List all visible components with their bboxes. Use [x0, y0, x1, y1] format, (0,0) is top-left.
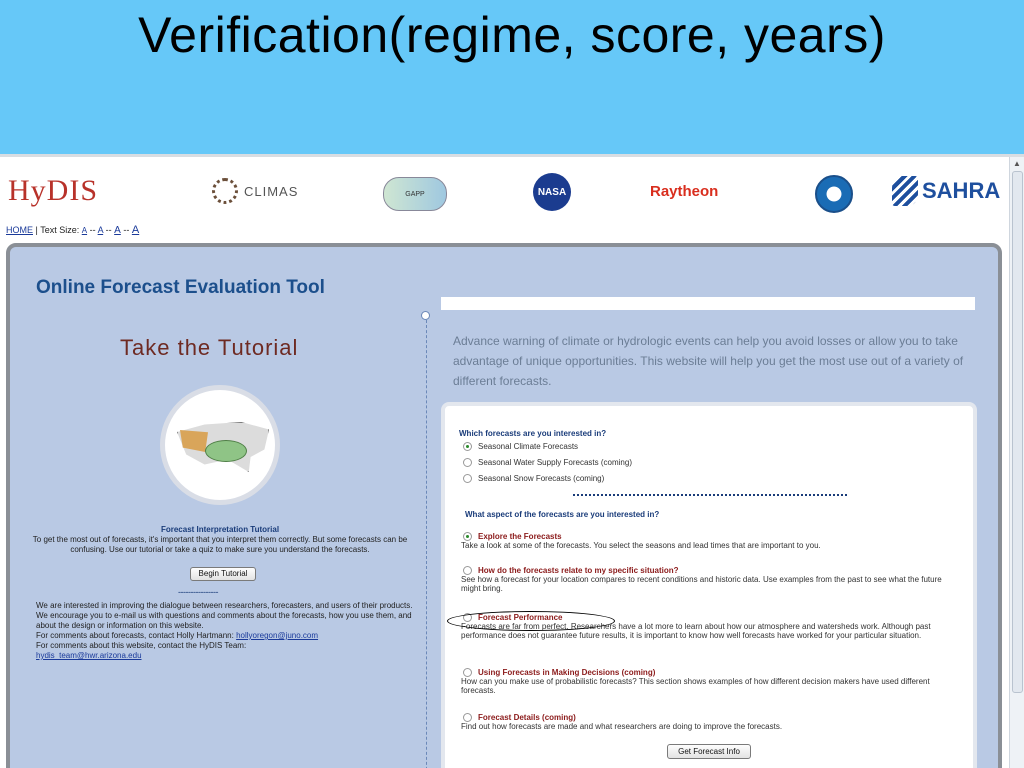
- gapp-logo[interactable]: GAPP: [383, 177, 447, 211]
- sahra-mark-icon: [892, 176, 918, 206]
- dashed-divider: ----------------: [178, 587, 218, 597]
- tutorial-caption-text: To get the most out of forecasts, it's i…: [32, 535, 408, 554]
- vertical-divider: [426, 315, 427, 768]
- nasa-logo-text: NASA: [537, 186, 567, 198]
- browser-content: HyDIS CLIMAS GAPP NASA Raytheon SAHRA HO…: [0, 154, 1024, 768]
- raytheon-logo-text: Raytheon: [650, 182, 719, 200]
- scrollbar-thumb[interactable]: [1012, 171, 1023, 693]
- dotted-divider: [573, 494, 847, 496]
- begin-tutorial-button[interactable]: Begin Tutorial: [190, 567, 256, 581]
- radio-button[interactable]: [463, 474, 472, 483]
- intro-paragraph: Advance warning of climate or hydrologic…: [453, 334, 964, 388]
- main-panel: Online Forecast Evaluation Tool Take the…: [6, 243, 1002, 768]
- aspect-desc: Find out how forecasts are made and what…: [461, 722, 783, 731]
- hydis-logo-text: HyDIS: [8, 174, 99, 207]
- radio-button[interactable]: [463, 668, 472, 677]
- aspect-title: Forecast Details (coming): [478, 713, 576, 722]
- aspect-question: What aspect of the forecasts are you int…: [465, 510, 660, 519]
- get-forecast-info-button[interactable]: Get Forecast Info: [667, 744, 751, 759]
- forecast-contact-label: For comments about forecasts, contact Ho…: [36, 631, 234, 640]
- text-size-sep: --: [105, 225, 112, 235]
- forecast-option-label: Seasonal Climate Forecasts: [478, 442, 579, 451]
- hydis-logo[interactable]: HyDIS: [8, 171, 98, 211]
- feedback-intro: We are interested in improving the dialo…: [36, 601, 416, 661]
- aspect-title: Explore the Forecasts: [478, 532, 562, 541]
- text-size-small-link[interactable]: A: [82, 226, 87, 235]
- website-email-link[interactable]: hydis_team@hwr.arizona.edu: [36, 651, 142, 660]
- divider-dot: [421, 311, 430, 320]
- raytheon-logo[interactable]: Raytheon: [650, 171, 718, 211]
- scroll-up-icon[interactable]: ▲: [1012, 159, 1022, 169]
- aspect-details[interactable]: Forecast Details (coming) Find out how f…: [461, 713, 963, 731]
- highlight-ellipse: [447, 611, 615, 631]
- partner-logos: HyDIS CLIMAS GAPP NASA Raytheon SAHRA: [0, 165, 1010, 221]
- forecast-contact: For comments about forecasts, contact Ho…: [36, 631, 416, 641]
- text-size-large-link[interactable]: A: [114, 225, 121, 236]
- sahra-logo[interactable]: SAHRA: [892, 171, 1000, 211]
- aspect-relate[interactable]: How do the forecasts relate to my specif…: [461, 566, 963, 593]
- radio-button[interactable]: [463, 713, 472, 722]
- radio-button[interactable]: [463, 458, 472, 467]
- top-nav: HOME | Text Size: A -- A -- A -- A: [6, 224, 139, 236]
- nasa-logo[interactable]: NASA: [533, 173, 571, 211]
- forecast-option-label: Seasonal Snow Forecasts (coming): [478, 474, 605, 483]
- gapp-logo-text: GAPP: [405, 190, 425, 198]
- forecast-option-snow[interactable]: Seasonal Snow Forecasts (coming): [463, 474, 604, 483]
- forecast-option-label: Seasonal Water Supply Forecasts (coming): [478, 458, 632, 467]
- forecast-option-water-supply[interactable]: Seasonal Water Supply Forecasts (coming): [463, 458, 632, 467]
- tool-title: Online Forecast Evaluation Tool: [36, 277, 325, 298]
- forecast-form: Which forecasts are you interested in? S…: [441, 402, 977, 768]
- feedback-text: We are interested in improving the dialo…: [36, 601, 413, 630]
- climas-logo[interactable]: CLIMAS: [212, 171, 298, 211]
- aspect-title: How do the forecasts relate to my specif…: [478, 566, 679, 575]
- vertical-scrollbar[interactable]: ▲: [1009, 157, 1024, 768]
- aspect-explore[interactable]: Explore the Forecasts Take a look at som…: [461, 532, 963, 550]
- gear-icon: [212, 178, 238, 204]
- header-bar: [441, 297, 975, 310]
- radio-button[interactable]: [463, 566, 472, 575]
- noaa-logo[interactable]: [815, 175, 853, 213]
- forecast-type-question: Which forecasts are you interested in?: [459, 429, 607, 438]
- tutorial-caption-title: Forecast Interpretation Tutorial: [160, 525, 280, 534]
- aspect-title: Using Forecasts in Making Decisions (com…: [478, 668, 656, 677]
- climas-logo-text: CLIMAS: [244, 183, 299, 199]
- us-map-image[interactable]: [160, 385, 280, 505]
- aspect-decisions[interactable]: Using Forecasts in Making Decisions (com…: [461, 668, 963, 695]
- aspect-desc: See how a forecast for your location com…: [461, 575, 942, 593]
- aspect-desc: Take a look at some of the forecasts. Yo…: [461, 541, 821, 550]
- us-map-region-central: [205, 440, 247, 462]
- text-size-xlarge-link[interactable]: A: [132, 224, 139, 236]
- radio-button[interactable]: [463, 532, 472, 541]
- text-size-sep: --: [123, 225, 130, 235]
- text-size-sep: --: [89, 225, 96, 235]
- text-size-label: Text Size:: [40, 225, 80, 235]
- slide-title: Verification(regime, score, years): [138, 7, 886, 63]
- forecast-option-seasonal-climate[interactable]: Seasonal Climate Forecasts: [463, 442, 578, 451]
- aspect-desc: How can you make use of probabilistic fo…: [461, 677, 930, 695]
- radio-button[interactable]: [463, 442, 472, 451]
- sahra-logo-text: SAHRA: [922, 178, 1001, 203]
- home-link[interactable]: HOME: [6, 225, 33, 235]
- forecast-email-link[interactable]: hollyoregon@juno.com: [236, 631, 318, 640]
- text-size-medium-link[interactable]: A: [98, 225, 104, 235]
- website-contact-label: For comments about this website, contact…: [36, 641, 247, 650]
- tutorial-title: Take the Tutorial: [120, 335, 299, 360]
